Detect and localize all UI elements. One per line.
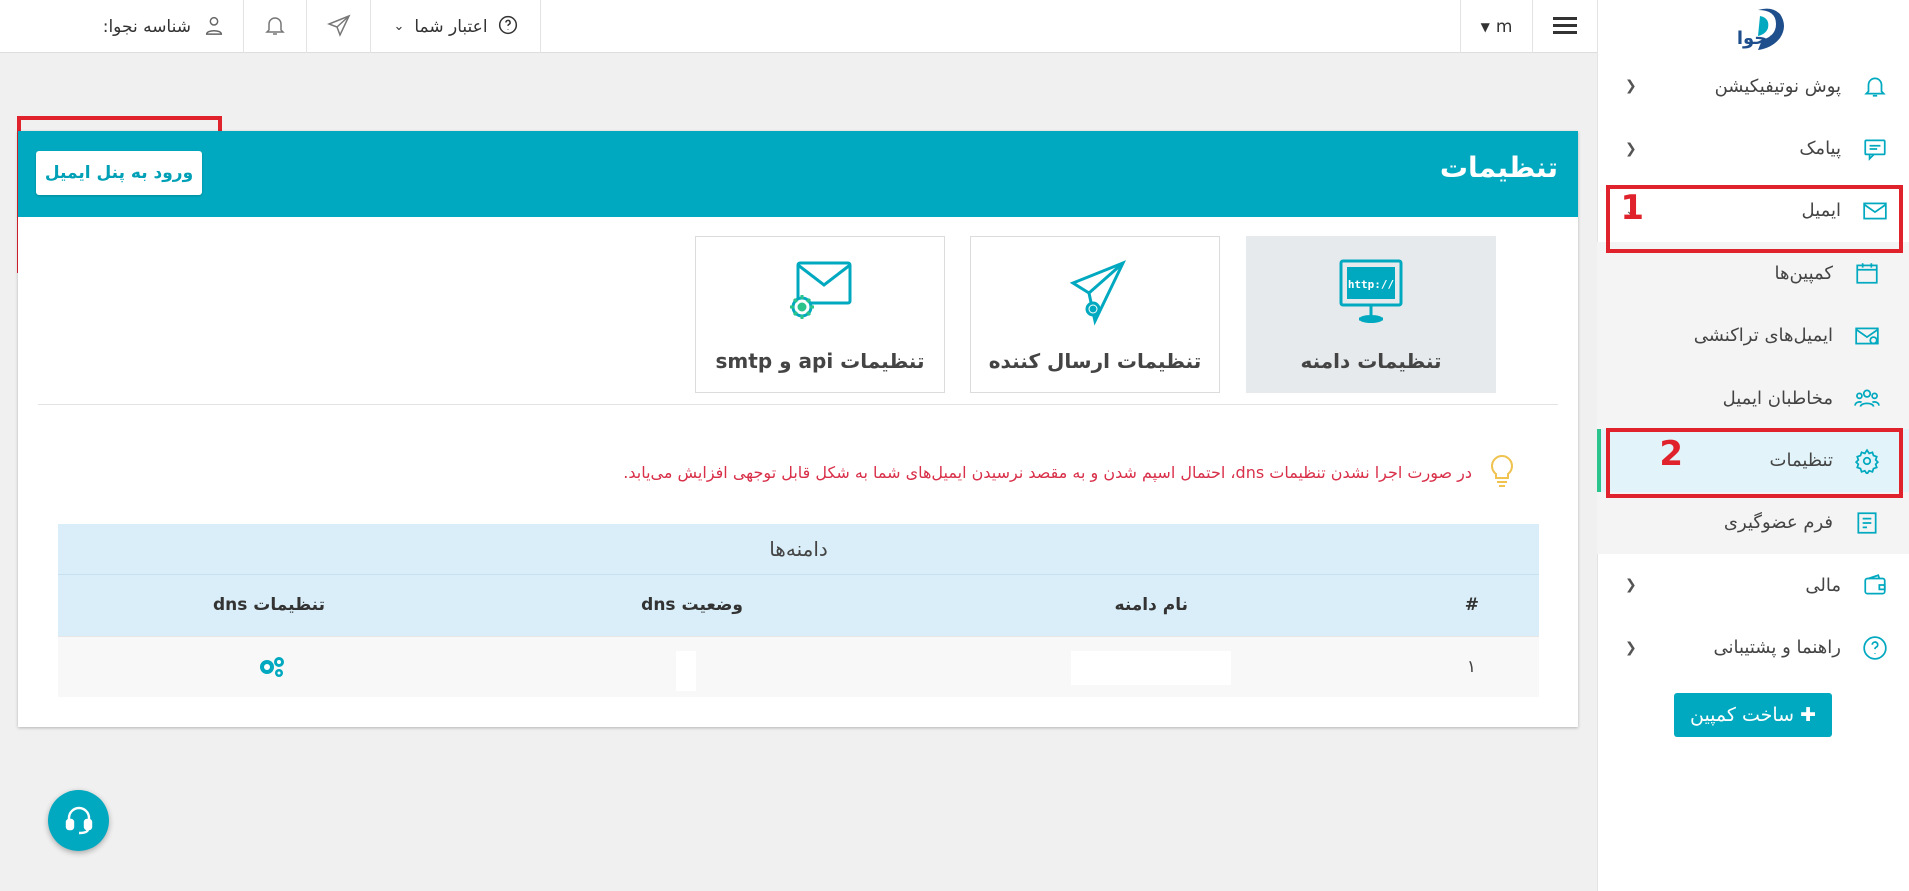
najva-logo[interactable]: نجوا <box>1714 6 1794 54</box>
tile-label: تنظیمات api و smtp <box>715 349 925 373</box>
chat-message-icon <box>1861 135 1889 163</box>
sidebar-nav: پوش نوتیفیکیشن ❮ پیامک ❮ ایمیل ⌄ کمپین‌ه… <box>1597 55 1909 679</box>
sidebar-item-finance[interactable]: مالی ❮ <box>1597 554 1909 616</box>
messages-button[interactable] <box>307 0 371 53</box>
dns-settings-gears-icon[interactable] <box>258 655 286 679</box>
tile-label: تنظیمات ارسال کننده <box>988 349 1202 373</box>
sidebar-item-label: مالی <box>1805 574 1841 596</box>
user-icon <box>203 14 225 40</box>
question-circle-icon <box>498 15 518 39</box>
envelope-icon <box>1861 197 1889 225</box>
notifications-button[interactable] <box>244 0 307 53</box>
chevron-left-icon: ❮ <box>1625 78 1637 95</box>
credit-label: اعتبار شما <box>414 16 488 37</box>
credit-dropdown[interactable]: ⌄ اعتبار شما <box>371 0 541 53</box>
sidebar-subitem-settings[interactable]: تنظیمات <box>1597 429 1909 493</box>
sidebar-item-label: راهنما و پشتیبانی <box>1713 637 1841 659</box>
help-icon <box>1861 634 1889 662</box>
account-name: m <box>1495 16 1513 37</box>
chevron-down-icon: ⌄ <box>393 19 405 34</box>
table-caption: دامنه‌ها <box>58 524 1539 575</box>
caret-down-icon: ▼ <box>1480 19 1490 34</box>
settings-card: تنظیمات ورود به پنل ایمیل http:// تنظیما… <box>18 131 1578 727</box>
user-id-section[interactable]: شناسه نجوا: <box>0 0 244 53</box>
tile-api-smtp-settings[interactable]: تنظیمات api و smtp <box>695 236 945 393</box>
chevron-left-icon: ❮ <box>1625 140 1637 157</box>
page-title: تنظیمات <box>1439 151 1558 184</box>
user-id-label: شناسه نجوا: <box>102 16 191 37</box>
domains-table: دامنه‌ها # نام دامنه وضعیت dns تنظیمات d… <box>58 524 1539 697</box>
transaction-mail-icon <box>1853 322 1881 350</box>
sidebar-item-label: مخاطبان ایمیل <box>1722 387 1833 409</box>
headset-icon <box>63 803 95 839</box>
chevron-left-icon: ❮ <box>1625 577 1637 594</box>
account-dropdown[interactable]: ▼ m <box>1460 0 1532 53</box>
column-header-index: # <box>1464 595 1479 615</box>
top-bar: شناسه نجوا: ⌄ اعتبار شما ▼ m <box>0 0 1597 53</box>
users-icon <box>1853 384 1881 412</box>
tile-sender-settings[interactable]: تنظیمات ارسال کننده <box>970 236 1220 393</box>
sidebar-subitem-transactional[interactable]: ایمیل‌های تراکنشی <box>1597 304 1909 367</box>
annotation-number-1: 1 <box>1620 188 1644 228</box>
sidebar-subitem-campaigns[interactable]: کمپین‌ها <box>1597 242 1909 305</box>
table-row[interactable]: ۱ <box>58 636 1539 697</box>
gear-icon <box>1853 447 1881 475</box>
domain-name-cell <box>1071 651 1231 685</box>
sidebar-item-label: تنظیمات <box>1769 450 1833 472</box>
card-header: تنظیمات ورود به پنل ایمیل <box>18 131 1578 217</box>
sidebar-item-label: ایمیل <box>1801 200 1841 222</box>
bell-icon <box>263 13 287 41</box>
sidebar: نجوا پوش نوتیفیکیشن ❮ پیامک ❮ ایمیل ⌄ کم… <box>1597 0 1909 891</box>
email-panel-login-button[interactable]: ورود به پنل ایمیل <box>36 151 202 195</box>
sidebar-item-push[interactable]: پوش نوتیفیکیشن ❮ <box>1597 55 1909 117</box>
dns-status-cell <box>676 651 696 691</box>
lightbulb-icon <box>1486 453 1518 491</box>
mail-gear-icon <box>784 257 856 333</box>
form-icon <box>1853 509 1881 537</box>
tile-domain-settings[interactable]: http:// تنظیمات دامنه <box>1246 236 1496 393</box>
dns-warning: در صورت اجرا نشدن تنظیمات dns، احتمال اس… <box>623 453 1518 491</box>
sidebar-item-label: پوش نوتیفیکیشن <box>1714 75 1841 97</box>
sidebar-item-label: کمپین‌ها <box>1774 262 1833 284</box>
logo-text: نجوا <box>1736 28 1774 49</box>
sidebar-subitem-contacts[interactable]: مخاطبان ایمیل <box>1597 366 1909 430</box>
sidebar-item-label: ایمیل‌های تراکنشی <box>1693 325 1833 347</box>
column-header-domain: نام دامنه <box>1114 595 1188 615</box>
calendar-icon <box>1853 259 1881 287</box>
new-campaign-label: ساخت کمپین <box>1689 704 1795 726</box>
hamburger-icon <box>1553 15 1577 39</box>
sidebar-subitem-signup-form[interactable]: فرم عضوگیری <box>1597 491 1909 555</box>
menu-toggle-button[interactable] <box>1532 0 1597 53</box>
plus-icon: ✚ <box>1800 704 1817 726</box>
wallet-icon <box>1861 571 1889 599</box>
bell-icon <box>1861 72 1889 100</box>
tiles-divider <box>38 404 1558 405</box>
sidebar-item-label: پیامک <box>1799 138 1841 160</box>
table-header-row: # نام دامنه وضعیت dns تنظیمات dns <box>58 575 1539 636</box>
support-chat-button[interactable] <box>48 790 109 851</box>
send-gear-icon <box>1059 257 1131 333</box>
column-header-dns-settings: تنظیمات dns <box>213 595 325 615</box>
http-label: http:// <box>1348 278 1395 291</box>
monitor-http-icon: http:// <box>1335 257 1407 333</box>
sidebar-item-sms[interactable]: پیامک ❮ <box>1597 117 1909 179</box>
tile-label: تنظیمات دامنه <box>1300 349 1442 373</box>
new-campaign-button[interactable]: ✚ ساخت کمپین <box>1674 693 1832 737</box>
paper-plane-icon <box>326 13 351 41</box>
sidebar-item-help[interactable]: راهنما و پشتیبانی ❮ <box>1597 617 1909 679</box>
warning-text: در صورت اجرا نشدن تنظیمات dns، احتمال اس… <box>623 462 1472 482</box>
column-header-dns-status: وضعیت dns <box>641 595 743 615</box>
annotation-number-2: 2 <box>1659 434 1683 474</box>
chevron-left-icon: ❮ <box>1625 639 1637 656</box>
sidebar-item-label: فرم عضوگیری <box>1723 512 1833 534</box>
row-index: ۱ <box>1466 657 1476 677</box>
